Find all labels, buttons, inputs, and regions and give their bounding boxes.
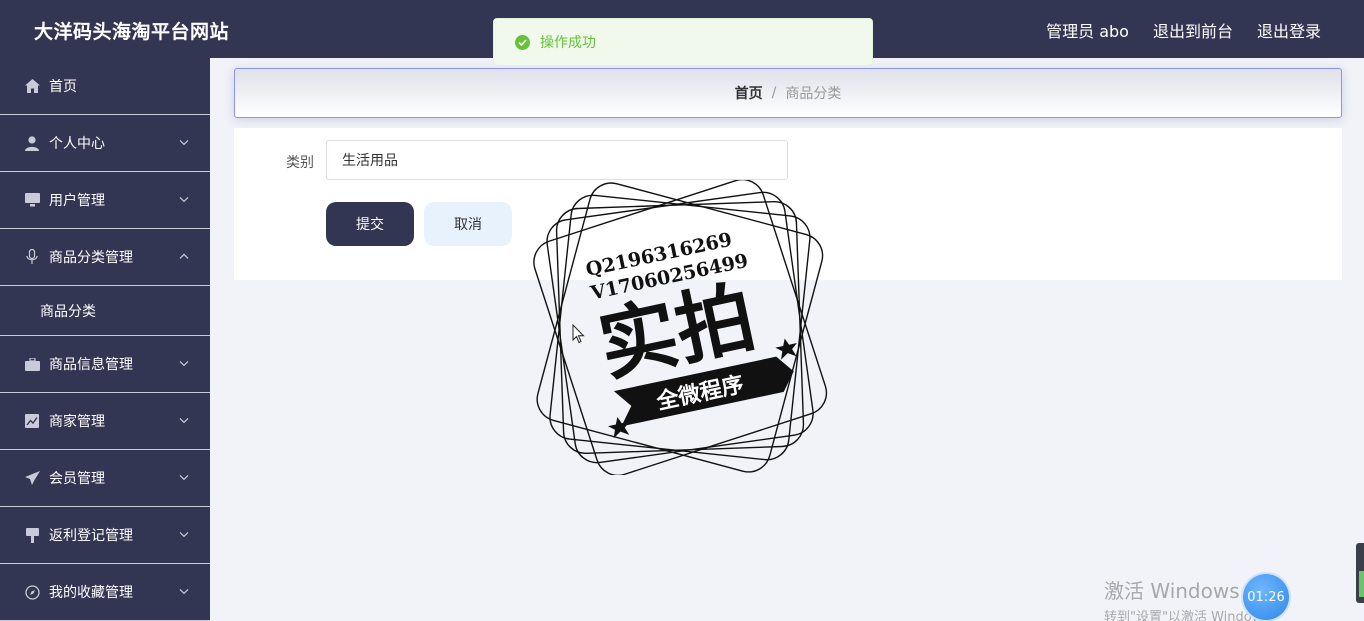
sidebar-item-label: 商家管理	[49, 414, 105, 430]
admin-user-link[interactable]: 管理员 abo	[1046, 18, 1129, 42]
sidebar-item-rebate-management[interactable]: 返利登记管理	[0, 507, 210, 564]
chevron-down-icon	[179, 360, 189, 367]
chevron-down-icon	[179, 196, 189, 203]
chevron-down-icon	[179, 139, 189, 146]
category-label: 类别	[286, 155, 314, 171]
sidebar-item-label: 商品信息管理	[49, 357, 133, 373]
sidebar-item-category-management[interactable]: 商品分类管理	[0, 229, 210, 286]
edge-widget	[1356, 543, 1364, 603]
sidebar-item-favorites-management[interactable]: 我的收藏管理	[0, 564, 210, 621]
recording-timer[interactable]: 01:26	[1243, 574, 1289, 620]
microphone-icon	[24, 249, 40, 265]
chevron-up-icon	[179, 253, 189, 259]
exit-to-frontend-link[interactable]: 退出到前台	[1153, 18, 1233, 42]
chart-icon	[24, 413, 40, 429]
toast-message: 操作成功	[540, 35, 596, 51]
check-circle-icon	[515, 34, 530, 50]
chevron-down-icon	[179, 531, 189, 538]
breadcrumb-home[interactable]: 首页	[735, 83, 763, 103]
cancel-button[interactable]: 取消	[424, 202, 512, 246]
briefcase-icon	[24, 356, 40, 372]
sidebar-item-product-info-management[interactable]: 商品信息管理	[0, 336, 210, 393]
sidebar-item-label: 用户管理	[49, 193, 105, 209]
breadcrumb: 首页 / 商品分类	[234, 68, 1342, 118]
sidebar-item-label: 会员管理	[49, 471, 105, 487]
sidebar-item-label: 返利登记管理	[49, 528, 133, 544]
breadcrumb-separator: /	[771, 85, 777, 101]
mouse-cursor-icon	[572, 324, 585, 344]
send-icon	[24, 470, 40, 486]
chevron-down-icon	[179, 474, 189, 481]
compass-icon	[24, 584, 40, 600]
chevron-down-icon	[179, 588, 189, 595]
sidebar-subitem-category[interactable]: 商品分类	[0, 286, 210, 336]
sidebar-item-home[interactable]: 首页	[0, 58, 210, 115]
sidebar-item-personal-center[interactable]: 个人中心	[0, 115, 210, 172]
success-toast: 操作成功	[493, 18, 873, 66]
sidebar-item-user-management[interactable]: 用户管理	[0, 172, 210, 229]
sidebar-item-member-management[interactable]: 会员管理	[0, 450, 210, 507]
monitor-icon	[24, 192, 40, 208]
sidebar-item-label: 个人中心	[49, 136, 105, 152]
header-links: 管理员 abo 退出到前台 退出登录	[1046, 18, 1321, 42]
level-bar	[1359, 571, 1364, 597]
category-input[interactable]	[326, 140, 788, 180]
sidebar-item-label: 商品分类	[40, 303, 96, 320]
stamp-icon	[24, 527, 40, 543]
sidebar-item-label: 商品分类管理	[49, 250, 133, 266]
submit-button[interactable]: 提交	[326, 202, 414, 246]
breadcrumb-current: 商品分类	[785, 86, 842, 102]
home-icon	[24, 78, 40, 94]
site-title: 大洋码头海淘平台网站	[34, 21, 230, 43]
sidebar-item-label: 首页	[49, 79, 77, 95]
sidebar: 首页 个人中心 用户管理 商品分类管理 商品分类 商品信息管理 商家管理 会员管…	[0, 58, 210, 621]
logout-link[interactable]: 退出登录	[1257, 18, 1321, 42]
chevron-down-icon	[179, 417, 189, 424]
sidebar-item-merchant-management[interactable]: 商家管理	[0, 393, 210, 450]
user-icon	[24, 135, 40, 151]
sidebar-item-label: 我的收藏管理	[49, 585, 133, 601]
